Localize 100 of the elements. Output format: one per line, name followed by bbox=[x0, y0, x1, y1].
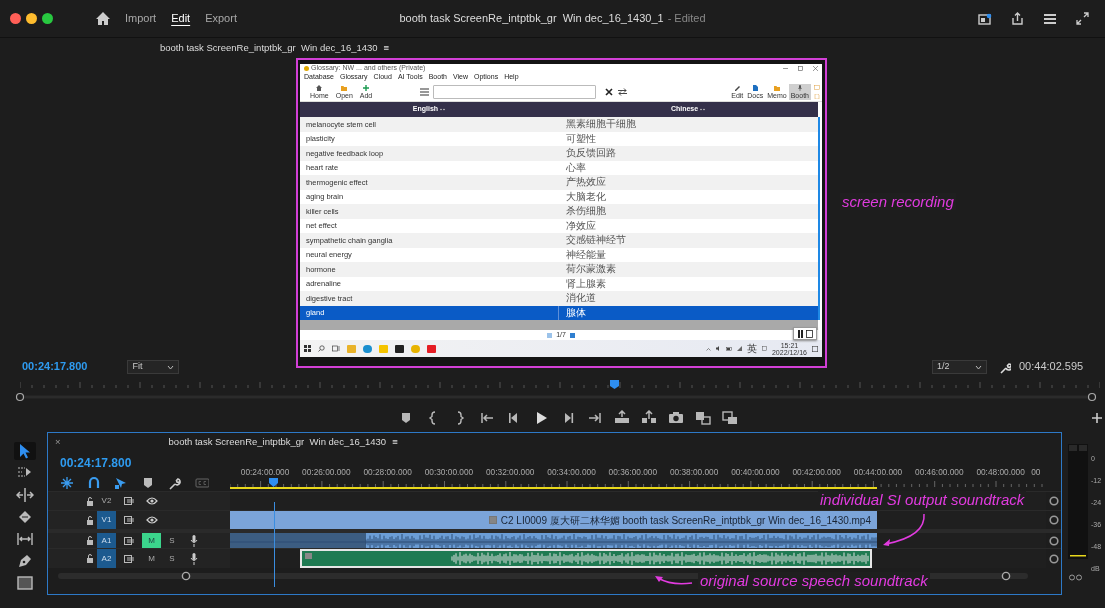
track-target-toggle[interactable]: V1 bbox=[97, 511, 116, 529]
sync-lock-icon[interactable] bbox=[124, 554, 134, 563]
microphone-icon bbox=[796, 84, 803, 91]
close-window-button[interactable] bbox=[10, 13, 21, 24]
sync-lock-icon[interactable] bbox=[124, 516, 134, 524]
maximize-icon[interactable] bbox=[798, 66, 803, 71]
search-icon[interactable] bbox=[318, 345, 325, 352]
camera-icon[interactable] bbox=[667, 410, 684, 426]
menu-icon[interactable] bbox=[420, 87, 429, 96]
lock-icon[interactable] bbox=[86, 496, 94, 506]
zoom-window-button[interactable] bbox=[42, 13, 53, 24]
notification-icon[interactable] bbox=[812, 345, 818, 352]
task-view-icon[interactable] bbox=[332, 345, 340, 352]
workspace-tab[interactable]: Export bbox=[205, 10, 237, 27]
multi-frame-icon[interactable] bbox=[721, 410, 738, 426]
sync-lock-icon[interactable] bbox=[124, 497, 134, 505]
timecode[interactable]: 00:24:17.800 bbox=[22, 357, 88, 374]
share-icon[interactable] bbox=[1011, 12, 1024, 25]
linked-selection-icon[interactable] bbox=[114, 476, 128, 490]
workspace-tab[interactable]: Edit bbox=[171, 10, 191, 27]
keyboard-icon[interactable] bbox=[761, 346, 767, 351]
zoom-dropdown[interactable]: Fit bbox=[127, 360, 180, 374]
term-chinese: 净效应 bbox=[564, 220, 597, 231]
eye-icon[interactable] bbox=[145, 497, 158, 505]
resolution-dropdown[interactable]: 1/2 bbox=[932, 360, 987, 374]
lock-icon[interactable] bbox=[86, 536, 94, 545]
close-tab[interactable]: × bbox=[55, 434, 61, 450]
term-chinese: 黑素细胞干细胞 bbox=[564, 119, 637, 130]
search-field[interactable] bbox=[433, 84, 596, 99]
input-method-indicator[interactable]: 英 bbox=[746, 341, 757, 356]
pause-icon bbox=[797, 329, 804, 338]
lift-icon[interactable] bbox=[613, 410, 630, 426]
lock-icon[interactable] bbox=[86, 515, 94, 525]
time-ruler[interactable] bbox=[230, 480, 1046, 490]
track-target-toggle[interactable]: A2 bbox=[97, 549, 116, 568]
marker-icon[interactable] bbox=[141, 476, 155, 490]
home-icon[interactable] bbox=[95, 11, 111, 26]
chevron-icon[interactable] bbox=[705, 346, 711, 351]
solo-toggle[interactable]: S bbox=[169, 534, 175, 547]
timecode[interactable]: 00:24:17.800 bbox=[60, 454, 230, 472]
mute-toggle[interactable]: M bbox=[142, 549, 161, 568]
pause-button[interactable] bbox=[793, 327, 817, 340]
panel-menu[interactable]: ≡ bbox=[392, 434, 398, 450]
zoom-scrollbar[interactable] bbox=[15, 392, 1097, 402]
ruler-label: 00:24:00.000 bbox=[239, 466, 291, 479]
microphone-icon[interactable] bbox=[190, 552, 198, 565]
audio-clip-waveform[interactable] bbox=[230, 533, 877, 548]
battery-icon[interactable] bbox=[725, 346, 732, 351]
extract-icon[interactable] bbox=[640, 410, 657, 426]
solo-buttons-icon[interactable] bbox=[1068, 574, 1084, 581]
wrench-icon[interactable] bbox=[999, 362, 1011, 374]
panel-title[interactable]: booth task ScreenRe_intptbk_gr Win dec_16_1430 bbox=[160, 40, 378, 56]
go-to-out-icon[interactable] bbox=[586, 410, 603, 426]
video-clip[interactable]: C2 LI0009 厦大研二林华媚 booth task ScreenRe_intptbk_gr Win dec_16_1430.mp4 bbox=[230, 511, 877, 529]
term-chinese: 交感链神经节 bbox=[564, 235, 627, 246]
eye-icon[interactable] bbox=[145, 516, 158, 524]
panel-menu[interactable]: ≡ bbox=[383, 40, 390, 56]
panel-icon[interactable] bbox=[978, 12, 992, 25]
panel-title[interactable]: booth task ScreenRe_intptbk_gr Win dec_16_1430 bbox=[168, 434, 387, 450]
slip-icon[interactable] bbox=[16, 530, 34, 548]
clear-icon[interactable] bbox=[605, 87, 613, 96]
network-icon[interactable] bbox=[736, 346, 742, 351]
playhead-handle[interactable] bbox=[609, 380, 619, 389]
minimize-icon[interactable] bbox=[783, 66, 788, 71]
snap-icon[interactable] bbox=[60, 476, 74, 490]
browser-icon[interactable] bbox=[363, 344, 372, 353]
fullscreen-icon[interactable] bbox=[1076, 12, 1089, 25]
compare-icon[interactable] bbox=[694, 410, 711, 426]
annotation-label: original source speech soundtrack bbox=[698, 572, 930, 590]
swap-icon[interactable] bbox=[618, 87, 627, 96]
add-button-icon[interactable] bbox=[1092, 413, 1102, 423]
close-icon[interactable] bbox=[813, 66, 818, 71]
list-icon[interactable] bbox=[1043, 12, 1057, 25]
scroll-handle-icon[interactable] bbox=[1048, 515, 1059, 525]
caret-icon bbox=[975, 364, 982, 370]
scrollbar[interactable] bbox=[818, 117, 820, 320]
workspace-tab[interactable]: Import bbox=[125, 10, 157, 27]
next-page-icon[interactable] bbox=[569, 332, 575, 338]
speaker-icon[interactable] bbox=[715, 346, 721, 351]
scroll-handle-icon[interactable] bbox=[1048, 553, 1059, 564]
solo-toggle[interactable]: S bbox=[169, 552, 175, 565]
sync-lock-icon[interactable] bbox=[124, 536, 134, 545]
stop-icon bbox=[806, 329, 813, 338]
home-icon bbox=[316, 84, 323, 91]
wrench-icon[interactable] bbox=[168, 476, 182, 490]
mute-toggle[interactable]: M bbox=[142, 533, 161, 548]
windows-logo-icon[interactable] bbox=[304, 345, 311, 352]
minimize-window-button[interactable] bbox=[26, 13, 37, 24]
track-target-toggle[interactable]: A1 bbox=[97, 533, 116, 548]
magnet-icon[interactable] bbox=[87, 476, 101, 490]
pen-icon[interactable] bbox=[16, 552, 34, 570]
track-target-toggle[interactable]: V2 bbox=[97, 492, 116, 510]
rectangle-icon[interactable] bbox=[16, 574, 34, 592]
folder-icon bbox=[773, 84, 780, 91]
lock-icon[interactable] bbox=[86, 554, 94, 563]
go-to-in-icon[interactable] bbox=[478, 410, 495, 426]
ripple-edit-icon[interactable] bbox=[16, 486, 34, 504]
scroll-handle-icon[interactable] bbox=[1048, 535, 1059, 546]
microphone-icon[interactable] bbox=[190, 534, 198, 547]
scroll-handle-icon[interactable] bbox=[1048, 496, 1059, 506]
